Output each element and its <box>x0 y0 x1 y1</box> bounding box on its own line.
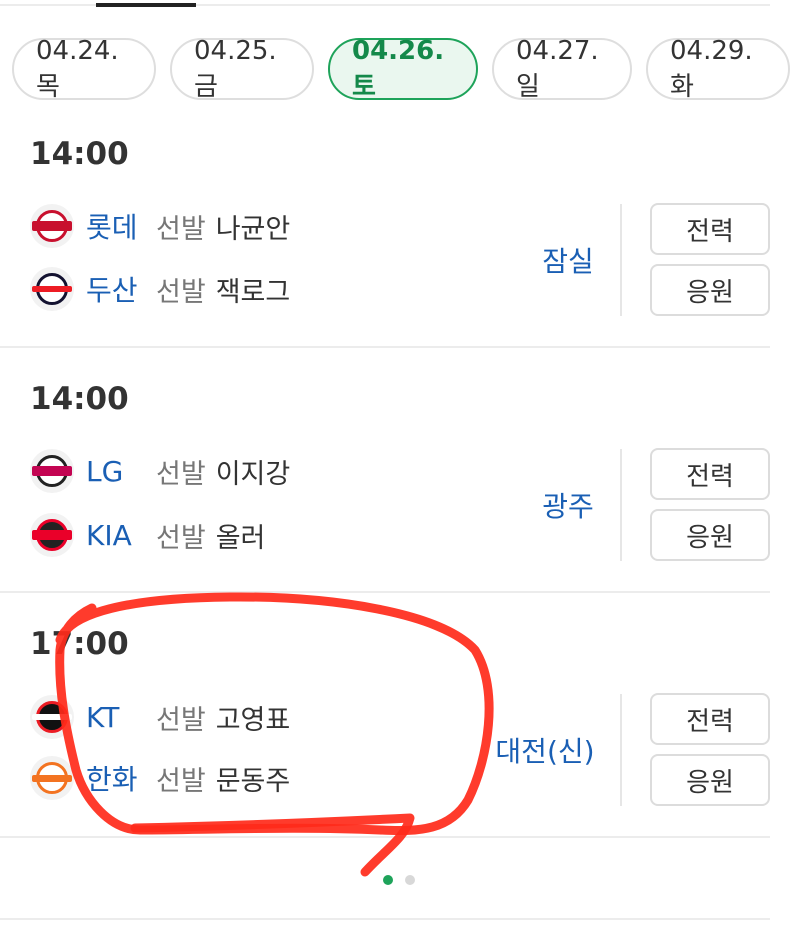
top-tab-active-indicator <box>96 3 196 7</box>
eagles-logo-icon <box>30 756 74 800</box>
team-row-home: 두산 선발 잭로그 <box>30 266 290 312</box>
giants-logo-icon <box>30 204 74 248</box>
team-stats-button[interactable]: 전력 <box>650 693 770 745</box>
divider <box>620 694 622 806</box>
twins-logo-icon <box>30 449 74 493</box>
divider <box>620 204 622 316</box>
team-row-away: LG 선발 이지강 <box>30 448 290 494</box>
cheer-button[interactable]: 응원 <box>650 264 770 316</box>
starter-label: 선발 <box>156 276 206 308</box>
page-indicator <box>383 875 415 885</box>
starter-label: 선발 <box>156 765 206 797</box>
team-row-home: KIA 선발 올러 <box>30 512 265 558</box>
date-tab-bar: 04.24.목 04.25.금 04.26.토 04.27.일 04.29.화 <box>12 38 800 100</box>
bottom-divider <box>0 918 770 920</box>
page-dot-active[interactable] <box>383 875 393 885</box>
cheer-button[interactable]: 응원 <box>650 754 770 806</box>
team-stats-button[interactable]: 전력 <box>650 448 770 500</box>
team-name[interactable]: KT <box>86 701 144 734</box>
date-tab-0425[interactable]: 04.25.금 <box>170 38 314 100</box>
game-time: 17:00 <box>30 626 129 662</box>
game-time: 14:00 <box>30 136 129 172</box>
team-row-away: KT 선발 고영표 <box>30 694 290 740</box>
team-name[interactable]: 롯데 <box>86 206 144 246</box>
stadium-name: 광주 <box>542 490 594 523</box>
bears-logo-icon <box>30 267 74 311</box>
date-tab-0424[interactable]: 04.24.목 <box>12 38 156 100</box>
date-tab-0427[interactable]: 04.27.일 <box>492 38 632 100</box>
cheer-button[interactable]: 응원 <box>650 509 770 561</box>
ktwiz-logo-icon <box>30 695 74 739</box>
starter-label: 선발 <box>156 458 206 490</box>
starter-name[interactable]: 이지강 <box>216 452 291 491</box>
team-name[interactable]: 두산 <box>86 269 144 309</box>
stadium-name: 대전(신) <box>495 735 595 768</box>
starter-name[interactable]: 나균안 <box>216 207 291 246</box>
game-divider <box>0 836 770 838</box>
team-stats-button[interactable]: 전력 <box>650 203 770 255</box>
team-name[interactable]: 한화 <box>86 758 144 798</box>
starter-name[interactable]: 고영표 <box>216 698 291 737</box>
team-row-away: 롯데 선발 나균안 <box>30 203 290 249</box>
date-tab-0426[interactable]: 04.26.토 <box>328 38 478 100</box>
starter-name[interactable]: 잭로그 <box>216 270 291 309</box>
starter-label: 선발 <box>156 213 206 245</box>
team-name[interactable]: LG <box>86 455 144 488</box>
starter-label: 선발 <box>156 704 206 736</box>
starter-name[interactable]: 문동주 <box>216 759 291 798</box>
tigers-logo-icon <box>30 513 74 557</box>
starter-name[interactable]: 올러 <box>216 516 266 555</box>
team-row-home: 한화 선발 문동주 <box>30 755 290 801</box>
starter-label: 선발 <box>156 522 206 554</box>
page-dot[interactable] <box>405 875 415 885</box>
game-time: 14:00 <box>30 381 129 417</box>
stadium-name: 잠실 <box>542 245 594 278</box>
game-divider <box>0 346 770 348</box>
team-name[interactable]: KIA <box>86 519 144 552</box>
game-divider <box>0 591 770 593</box>
divider <box>620 449 622 561</box>
date-tab-0429[interactable]: 04.29.화 <box>646 38 790 100</box>
